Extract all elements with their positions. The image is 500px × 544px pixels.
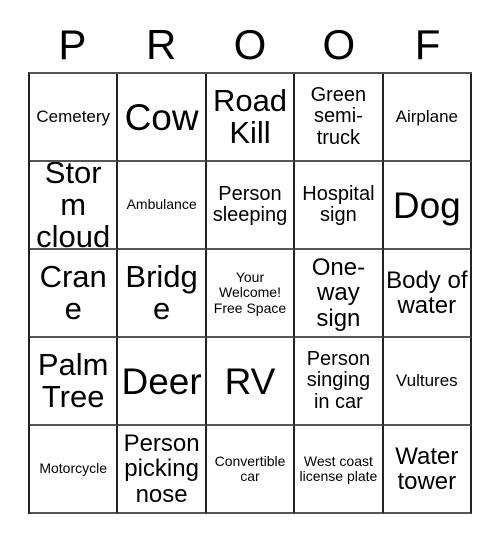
bingo-cell-label: Storm cloud [36,162,111,250]
bingo-cell-label: Green semi-truck [310,84,367,149]
bingo-free-space-cell[interactable]: Your Welcome! Free Space [206,250,296,338]
bingo-cell-label: Your Welcome! Free Space [213,268,287,316]
bingo-cell-label: RV [224,360,276,402]
bingo-cell[interactable]: One-way sign [295,250,384,338]
bingo-grid: Cemetery Cow Road Kill Green semi-truck Airp… [28,72,472,514]
header-letter-2: O [233,21,267,68]
bingo-cell-label: Hospital sign [302,182,375,226]
bingo-cell-label: Water tower [395,442,459,495]
bingo-cell-label: One-way sign [311,254,366,332]
header-letter-0: P [58,21,87,68]
bingo-cell-label: Airplane [395,106,458,126]
bingo-cell-label: Ambulance [126,196,197,213]
bingo-cell[interactable]: RV [206,338,296,426]
bingo-cell-label: Vultures [395,370,458,390]
bingo-cell-label: Cow [124,96,199,138]
bingo-cell[interactable]: Person singing in car [295,338,384,426]
header-letter-4: F [414,21,441,68]
bingo-cell-label: Person singing in car [306,348,371,413]
bingo-cell[interactable]: Bridge [118,250,207,338]
bingo-cell[interactable]: Convertible car [206,426,296,514]
bingo-cell[interactable]: Airplane [383,74,472,162]
bingo-cell[interactable]: Crane [30,250,119,338]
bingo-cell-label: West coast license plate [299,452,378,484]
bingo-cell[interactable]: Body of water [383,250,472,338]
bingo-cell-label: Deer [121,360,202,402]
bingo-cell-label: Road Kill [212,83,288,150]
bingo-cell-label: Bridge [125,259,198,326]
bingo-cell[interactable]: Hospital sign [295,162,384,250]
bingo-cell[interactable]: Person picking nose [118,426,207,514]
bingo-cell[interactable]: Cow [118,74,207,162]
bingo-cell[interactable]: Water tower [383,426,472,514]
bingo-cell[interactable]: Deer [118,338,207,426]
bingo-cell[interactable]: Palm Tree [30,338,119,426]
header-letter-3: O [322,21,356,68]
bingo-card: P R O O F Cemetery Cow Road Kill Green semi-tru… [0,0,500,544]
header-letter-1: R [146,21,177,68]
bingo-cell[interactable]: West coast license plate [295,426,384,514]
bingo-cell-label: Palm Tree [37,347,109,414]
bingo-cell[interactable]: Person sleeping [206,162,296,250]
bingo-cell-label: Convertible car [214,452,286,484]
bingo-cell-label: Body of water [386,266,468,319]
bingo-cell[interactable]: Green semi-truck [295,74,384,162]
bingo-cell[interactable]: Cemetery [30,74,119,162]
bingo-cell-label: Crane [39,259,107,326]
bingo-header: PROOF [28,18,472,72]
bingo-cell-label: Dog [392,184,461,226]
bingo-cell-label: Cemetery [36,106,111,126]
bingo-cell[interactable]: Road Kill [206,74,296,162]
bingo-cell[interactable]: Motorcycle [30,426,119,514]
bingo-cell-label: Motorcycle [39,460,108,477]
bingo-cell-label: Person sleeping [212,182,288,226]
bingo-cell[interactable]: Vultures [383,338,472,426]
bingo-cell[interactable]: Dog [383,162,472,250]
bingo-cell-label: Person picking nose [123,430,200,508]
bingo-cell[interactable]: Ambulance [118,162,207,250]
bingo-cell[interactable]: Storm cloud [30,162,119,250]
